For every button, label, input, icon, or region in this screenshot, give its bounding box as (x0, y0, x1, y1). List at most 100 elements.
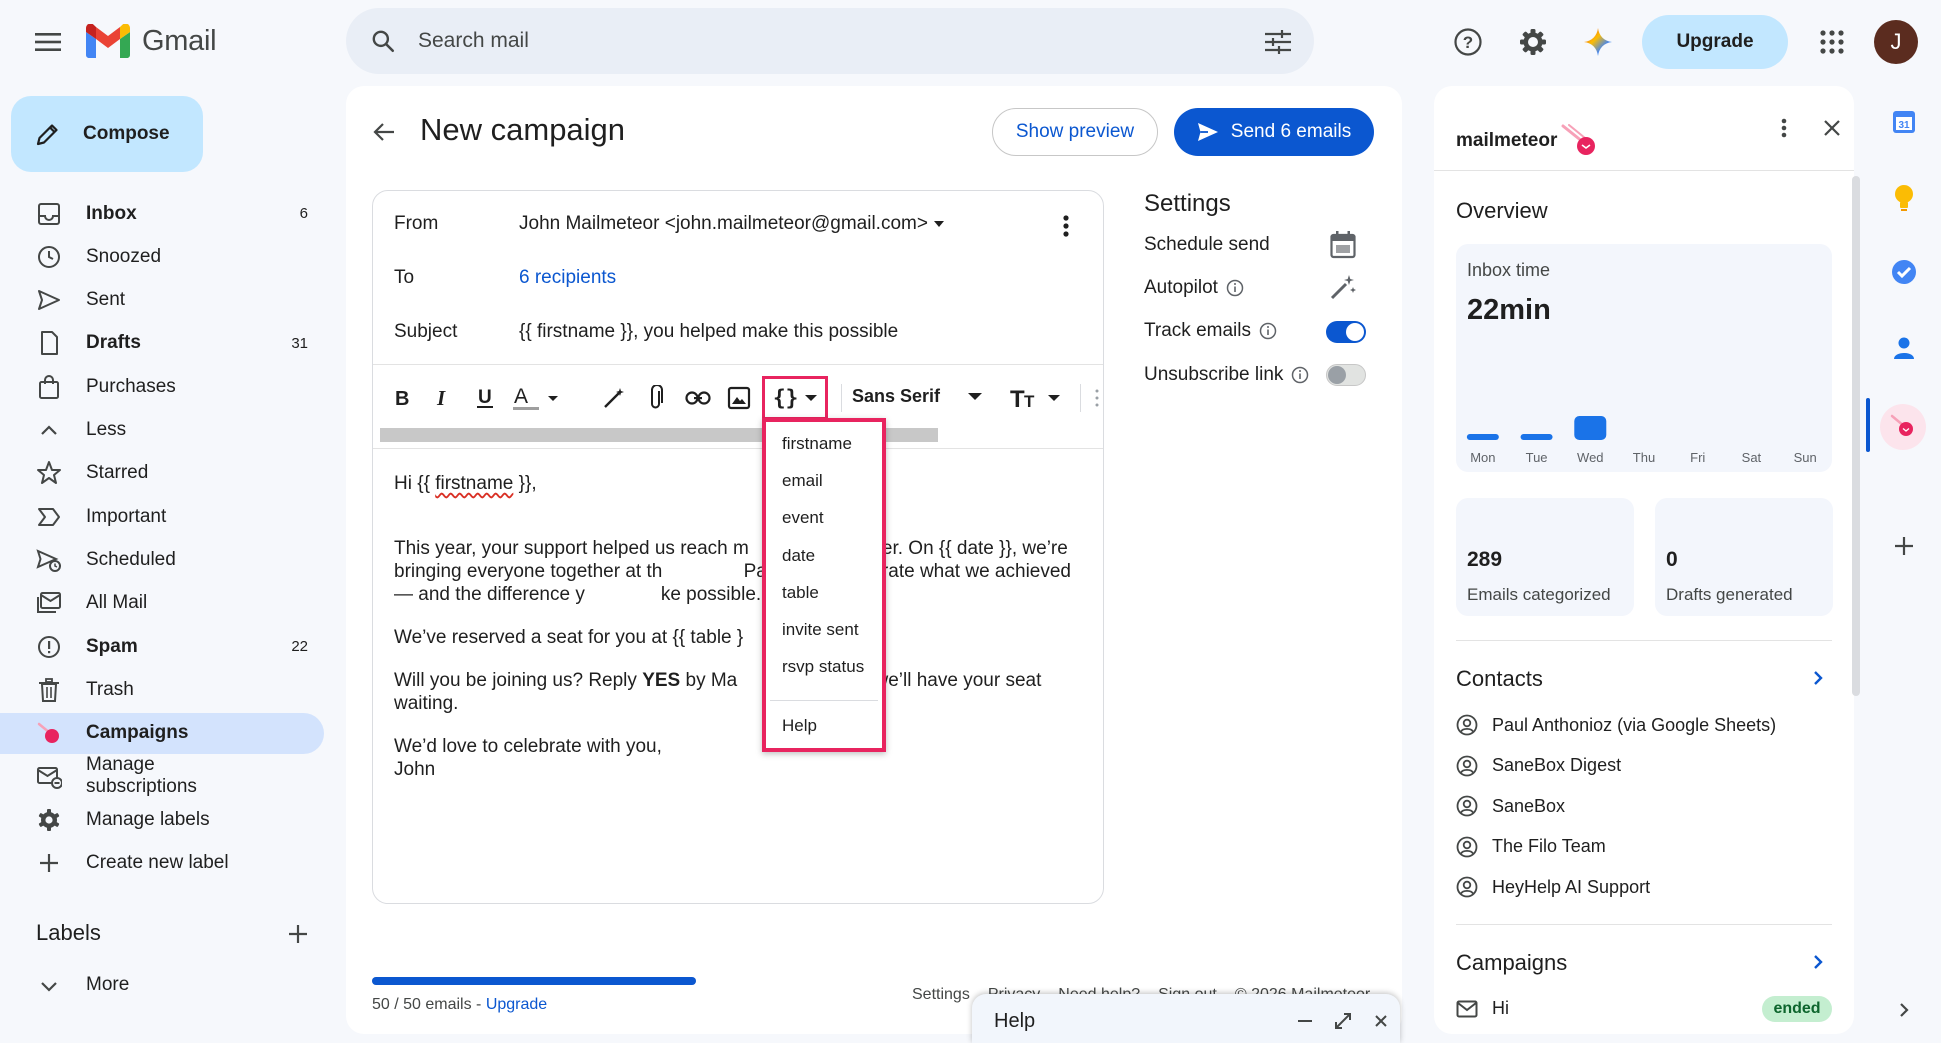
track-emails-label: Track emails (1144, 320, 1251, 341)
magic-wand-icon[interactable] (1328, 272, 1358, 302)
more-vert-icon[interactable] (1052, 212, 1080, 240)
from-select[interactable]: John Mailmeteor <john.mailmeteor@gmail.c… (519, 213, 944, 235)
chevron-right-icon[interactable] (1804, 948, 1832, 976)
info-icon[interactable] (1259, 322, 1277, 340)
sidebar-item-spam[interactable]: Spam 22 (0, 626, 324, 667)
font-family-select[interactable]: Sans Serif (852, 386, 983, 407)
menu-item-variable[interactable]: firstname (782, 434, 852, 454)
sidebar-item-scheduled[interactable]: Scheduled (0, 539, 324, 580)
add-addon-icon[interactable] (1888, 530, 1920, 562)
menu-item-help[interactable]: Help (782, 716, 817, 736)
sidebar-item-sent[interactable]: Sent (0, 280, 324, 321)
insert-link-icon[interactable] (682, 382, 714, 414)
sidebar-item-label: All Mail (86, 592, 148, 614)
sidebar-item-manage-labels[interactable]: Manage labels (0, 799, 324, 840)
calendar-icon[interactable] (1328, 230, 1358, 260)
google-contacts-icon[interactable] (1888, 332, 1920, 364)
mailmeteor-logo: mailmeteor (1456, 124, 1597, 158)
bold-icon[interactable]: B (386, 382, 418, 414)
caret-down-icon (933, 221, 944, 227)
expand-icon[interactable] (1330, 1008, 1356, 1034)
google-keep-icon[interactable] (1888, 182, 1920, 214)
minimize-icon[interactable] (1292, 1008, 1318, 1034)
contact-item[interactable]: Paul Anthonioz (via Google Sheets) (1456, 714, 1776, 736)
sidebar-item-purchases[interactable]: Purchases (0, 366, 324, 407)
menu-item-variable[interactable]: event (782, 508, 824, 528)
email-body-editor[interactable]: Hi {{ firstname }}, This year, your supp… (394, 472, 1084, 801)
contact-item[interactable]: HeyHelp AI Support (1456, 876, 1650, 898)
subject-input[interactable]: {{ firstname }}, you helped make this po… (519, 321, 898, 343)
sidebar-item-important[interactable]: Important (0, 496, 324, 537)
contact-item[interactable]: The Filo Team (1456, 836, 1606, 858)
google-apps-icon[interactable] (1812, 22, 1852, 62)
attach-file-icon[interactable] (640, 382, 672, 414)
chevron-right-icon[interactable] (1804, 664, 1832, 692)
recipients-link[interactable]: 6 recipients (519, 267, 616, 289)
more-labels-toggle[interactable]: More (86, 974, 129, 996)
search-icon[interactable] (364, 22, 402, 60)
underline-icon[interactable]: U (469, 382, 501, 414)
add-label-icon[interactable] (282, 918, 314, 950)
unsubscribe-link-toggle[interactable] (1326, 364, 1366, 386)
sidebar-item-all-mail[interactable]: All Mail (0, 583, 324, 624)
sidebar-item-campaigns[interactable]: Campaigns (0, 712, 324, 754)
sidebar-item-less[interactable]: Less (0, 410, 324, 451)
body-paragraph-3: Will you be joining us? Reply YES by Ma … (394, 670, 1042, 714)
search-input[interactable] (418, 20, 1218, 62)
upgrade-button[interactable]: Upgrade (1642, 15, 1788, 69)
plus-icon (36, 850, 62, 876)
back-arrow-icon[interactable] (368, 116, 400, 148)
sidebar-item-trash[interactable]: Trash (0, 669, 324, 710)
google-calendar-icon[interactable]: 31 (1888, 106, 1920, 138)
more-options-icon[interactable] (1095, 388, 1099, 408)
sidebar-item-snoozed[interactable]: Snoozed (0, 236, 324, 277)
expand-side-panel-icon[interactable] (1888, 994, 1920, 1026)
compose-button[interactable]: Compose (11, 96, 203, 172)
campaign-row[interactable]: Hi (1456, 998, 1509, 1019)
main-menu-icon[interactable] (24, 22, 72, 62)
gmail-logo-icon[interactable] (86, 24, 130, 58)
text-color-icon[interactable]: A (510, 382, 564, 414)
clear-format-icon[interactable] (598, 382, 630, 414)
track-emails-toggle[interactable] (1326, 321, 1366, 343)
send-emails-label: Send 6 emails (1230, 121, 1352, 142)
mailmeteor-addon-icon[interactable] (1880, 404, 1926, 450)
chevron-down-icon[interactable] (36, 974, 62, 1000)
panel-scrollbar[interactable] (1852, 176, 1860, 696)
account-avatar[interactable]: J (1874, 20, 1918, 64)
menu-item-variable[interactable]: invite sent (782, 620, 859, 640)
sidebar-item-manage-subscriptions[interactable]: Manage subscriptions (0, 754, 324, 797)
sidebar-item-drafts[interactable]: Drafts 31 (0, 323, 324, 364)
help-icon[interactable]: ? (1448, 22, 1488, 62)
contact-item[interactable]: SaneBox (1456, 795, 1565, 817)
menu-item-variable[interactable]: rsvp status (782, 657, 864, 677)
info-icon[interactable] (1226, 279, 1244, 297)
insert-variable-button[interactable]: {} (762, 376, 828, 420)
footer-link[interactable]: Settings (912, 986, 970, 1004)
insert-image-icon[interactable] (723, 382, 755, 414)
close-panel-icon[interactable] (1818, 114, 1846, 142)
gemini-sparkle-icon[interactable] (1578, 22, 1618, 62)
info-icon[interactable] (1291, 366, 1309, 384)
quota-upgrade-link[interactable]: Upgrade (486, 996, 547, 1013)
font-size-icon[interactable]: TT (1010, 386, 1060, 410)
menu-item-variable[interactable]: table (782, 583, 819, 603)
italic-icon[interactable]: I (427, 382, 459, 414)
sidebar-item-starred[interactable]: Starred (0, 453, 324, 494)
google-tasks-icon[interactable] (1888, 256, 1920, 288)
scheduled-send-icon (36, 547, 62, 573)
contact-name: The Filo Team (1492, 836, 1606, 856)
more-vert-icon[interactable] (1770, 114, 1798, 142)
gear-icon[interactable] (1513, 22, 1553, 62)
close-icon[interactable] (1368, 1008, 1394, 1034)
sidebar-item-create-new-label[interactable]: Create new label (0, 843, 324, 884)
menu-item-variable[interactable]: date (782, 546, 815, 566)
menu-item-variable[interactable]: email (782, 471, 823, 491)
inbox-icon (36, 201, 62, 227)
svg-text:{}: {} (773, 386, 798, 410)
sidebar-item-inbox[interactable]: Inbox 6 (0, 193, 324, 234)
send-emails-button[interactable]: Send 6 emails (1174, 108, 1374, 156)
contact-item[interactable]: SaneBox Digest (1456, 755, 1621, 777)
show-preview-button[interactable]: Show preview (992, 108, 1158, 156)
search-options-icon[interactable] (1258, 22, 1298, 62)
